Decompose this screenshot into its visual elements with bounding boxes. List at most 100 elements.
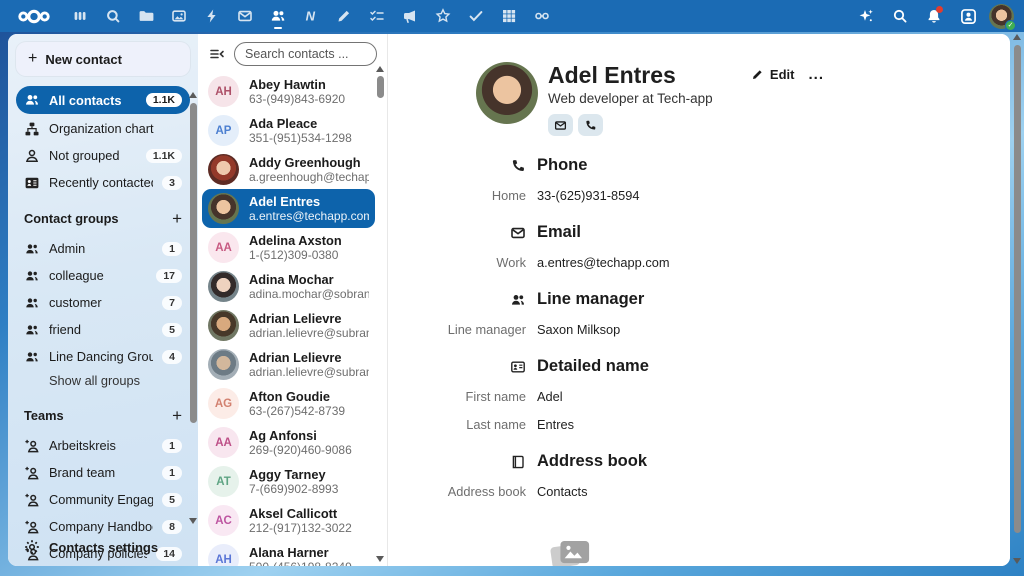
detail-row-value[interactable]: Adel [537, 389, 563, 404]
sidebar-item-label: customer [49, 295, 153, 310]
list-item-ag-anfonsi[interactable]: AAAg Anfonsi269-(920)460-9086 [202, 423, 375, 462]
scrollbar-thumb[interactable] [190, 103, 197, 423]
news-icon[interactable]: N [297, 2, 324, 30]
contact-text: Ada Pleace351-(951)534-1298 [249, 116, 352, 145]
group-item-customer[interactable]: customer7 [16, 290, 190, 315]
scroll-down-arrow[interactable] [1013, 558, 1021, 564]
notes-icon[interactable] [330, 2, 357, 30]
activity-icon[interactable] [198, 2, 225, 30]
announcements-icon[interactable] [396, 2, 423, 30]
contact-detail-header: Adel Entres Web developer at Tech-app Ed… [476, 62, 824, 136]
detail-row-value[interactable]: Contacts [537, 484, 588, 499]
scroll-up-arrow[interactable] [376, 66, 384, 72]
contact-photo-avatar [208, 271, 239, 302]
scroll-up-arrow[interactable] [1013, 34, 1021, 40]
mail-icon[interactable] [231, 2, 258, 30]
list-item-alana-harner[interactable]: AHAlana Harner500-(456)198-8249 [202, 540, 375, 566]
group-item-line-dancing-group[interactable]: Line Dancing Group4 [16, 344, 190, 369]
team-item-brand-team[interactable]: Brand team1 [16, 460, 190, 485]
sidebar-scrollbar[interactable] [188, 92, 198, 524]
page-scrollbar[interactable] [1012, 34, 1022, 564]
contacts-icon[interactable] [264, 2, 291, 30]
user-avatar[interactable]: ✓ [989, 4, 1014, 29]
contacts-nav-list: All contacts1.1KOrganization chartNot gr… [16, 86, 190, 195]
more-actions-button[interactable]: ... [808, 66, 824, 83]
tables-icon[interactable] [495, 2, 522, 30]
group-item-admin[interactable]: Admin1 [16, 236, 190, 261]
people-icon [24, 92, 40, 108]
count-badge: 1 [162, 466, 182, 480]
detail-row-value[interactable]: Entres [537, 417, 574, 432]
list-item-adrian-lelievre[interactable]: Adrian Lelievreadrian.lelievre@subrana.c… [202, 345, 375, 384]
scrollbar-thumb[interactable] [377, 76, 384, 98]
scroll-down-arrow[interactable] [376, 556, 384, 562]
contact-detail: 63-(949)843-6920 [249, 92, 345, 106]
list-item-adelina-axston[interactable]: AAAdelina Axston1-(512)309-0380 [202, 228, 375, 267]
sidebar-item-label: Not grouped [49, 148, 137, 163]
contact-photo[interactable] [476, 62, 538, 124]
detail-row-label: Line manager [426, 322, 526, 337]
recognize-icon[interactable] [429, 2, 456, 30]
search-icon[interactable] [887, 3, 913, 29]
edit-button[interactable]: Edit [751, 67, 795, 82]
scrollbar-thumb[interactable] [1014, 45, 1021, 533]
list-item-addy-greenhough[interactable]: Addy Greenhougha.greenhough@techapp.com [202, 150, 375, 189]
team-item-arbeitskreis[interactable]: Arbeitskreis1 [16, 433, 190, 458]
tasks-icon[interactable] [363, 2, 390, 30]
contact-detail: 500-(456)198-8249 [249, 560, 352, 566]
sidebar-item-all-contacts[interactable]: All contacts1.1K [16, 86, 190, 114]
photo-placeholder-icon [547, 533, 593, 566]
contacts-menu-icon[interactable] [955, 3, 981, 29]
list-item-aggy-tarney[interactable]: ATAggy Tarney7-(669)902-8993 [202, 462, 375, 501]
sidebar-item-organization-chart[interactable]: Organization chart [16, 116, 190, 141]
teams-header: Teams + [24, 408, 182, 423]
section-line-manager: Line managerLine managerSaxon Milksop [426, 290, 970, 337]
list-item-aksel-callicott[interactable]: ACAksel Callicott212-(917)132-3022 [202, 501, 375, 540]
contact-action-chips [548, 114, 713, 136]
section-header: Address book [426, 452, 970, 471]
photos-icon[interactable] [165, 2, 192, 30]
contact-detail: adrian.lelievre@subrana.com [249, 365, 369, 379]
detail-row-last-name: Last nameEntres [426, 417, 970, 432]
sidebar-item-not-grouped[interactable]: Not grouped1.1K [16, 143, 190, 168]
list-item-afton-goudie[interactable]: AGAfton Goudie63-(267)542-8739 [202, 384, 375, 423]
collapse-navigation-icon[interactable] [206, 43, 228, 65]
group-item-friend[interactable]: friend5 [16, 317, 190, 342]
show-all-groups-link[interactable]: Show all groups [16, 369, 190, 392]
contact-detail: a.greenhough@techapp.com [249, 170, 369, 184]
team-item-community-engagement[interactable]: Community Engagement5 [16, 487, 190, 512]
detail-row-value[interactable]: Saxon Milksop [537, 322, 620, 337]
add-team-button[interactable]: + [172, 409, 182, 423]
contact-list-scrollbar[interactable] [375, 66, 385, 562]
dashboard-icon[interactable] [66, 2, 93, 30]
list-item-abey-hawtin[interactable]: AHAbey Hawtin63-(949)843-6920 [202, 72, 375, 111]
list-item-ada-pleace[interactable]: APAda Pleace351-(951)534-1298 [202, 111, 375, 150]
list-item-adrian-lelievre[interactable]: Adrian Lelievreadrian.lelievre@subrana.c… [202, 306, 375, 345]
detail-row-value[interactable]: a.entres@techapp.com [537, 255, 670, 270]
scroll-up-arrow[interactable] [189, 92, 197, 98]
list-item-adina-mochar[interactable]: Adina Mocharadina.mochar@sobrana.com [202, 267, 375, 306]
contact-name: Alana Harner [249, 545, 352, 560]
search-contacts-input[interactable] [245, 47, 366, 61]
approval-icon[interactable] [462, 2, 489, 30]
office-icon[interactable] [528, 2, 555, 30]
list-item-adel-entres[interactable]: Adel Entresa.entres@techapp.com [202, 189, 375, 228]
scroll-down-arrow[interactable] [189, 518, 197, 524]
group-item-colleague[interactable]: colleague17 [16, 263, 190, 288]
sparkles-icon[interactable] [853, 3, 879, 29]
nextcloud-logo-icon[interactable] [16, 7, 52, 26]
sidebar-item-recently-contacted[interactable]: Recently contacted3 [16, 170, 190, 195]
send-email-button[interactable] [548, 114, 573, 136]
add-group-button[interactable]: + [172, 212, 182, 226]
detail-row-value[interactable]: 33-(625)931-8594 [537, 188, 639, 203]
notifications-bell-icon[interactable] [921, 3, 947, 29]
sidebar-item-label: Arbeitskreis [49, 438, 153, 453]
search-app-icon[interactable] [99, 2, 126, 30]
detail-row-label: Home [426, 188, 526, 203]
contact-photo-avatar [208, 154, 239, 185]
new-contact-button[interactable]: + New contact [16, 42, 190, 76]
svg-text:N: N [305, 9, 315, 24]
call-phone-button[interactable] [578, 114, 603, 136]
files-icon[interactable] [132, 2, 159, 30]
contacts-settings-button[interactable]: Contacts settings [16, 528, 190, 566]
